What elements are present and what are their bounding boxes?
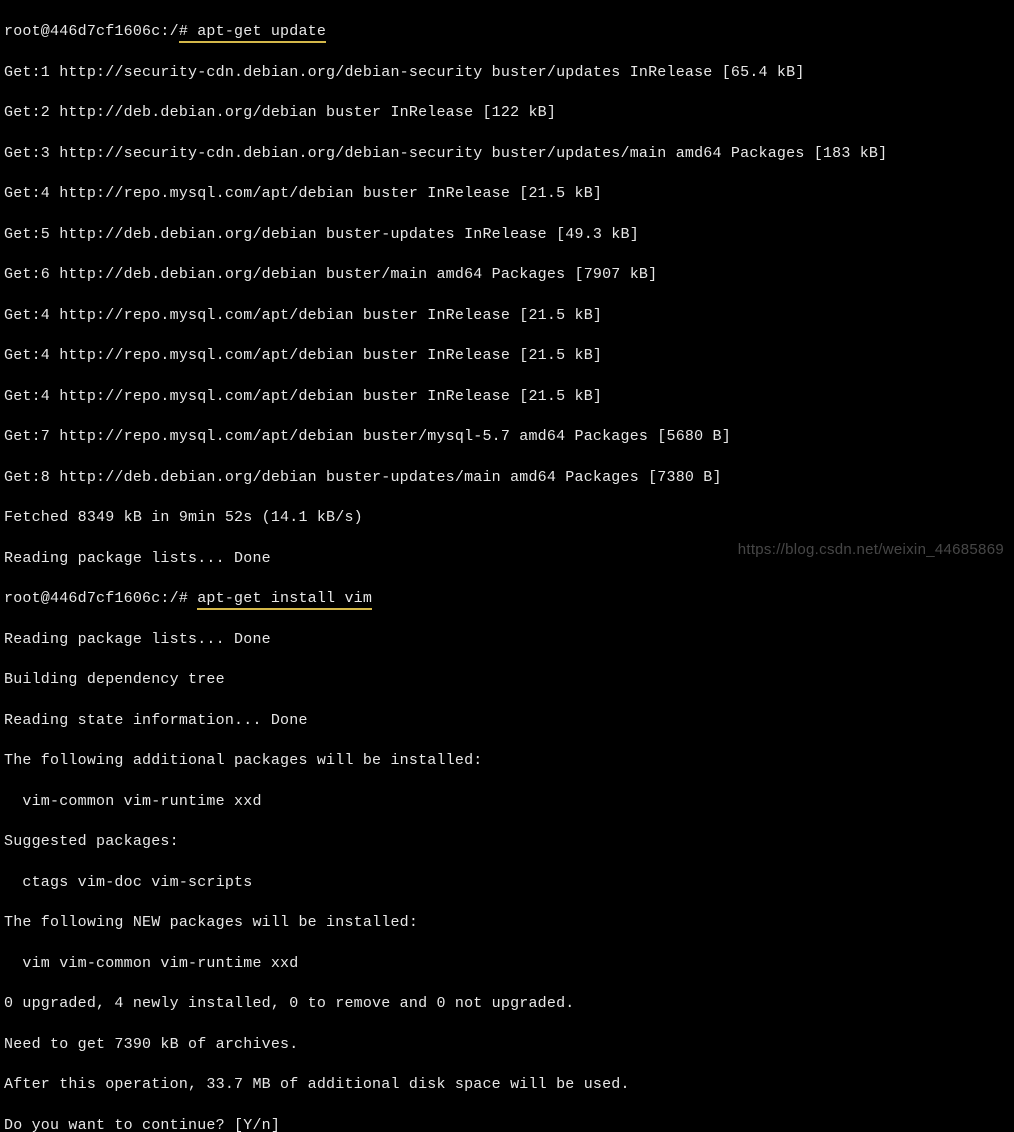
prompt-prefix: root@446d7cf1606c:/ <box>4 23 179 40</box>
watermark-text: https://blog.csdn.net/weixin_44685869 <box>738 540 1004 560</box>
output-line: Do you want to continue? [Y/n] <box>4 1116 1010 1132</box>
output-line: Suggested packages: <box>4 832 1010 852</box>
command-1: # apt-get update <box>179 23 326 43</box>
output-line: vim vim-common vim-runtime xxd <box>4 954 1010 974</box>
output-line: Get:4 http://repo.mysql.com/apt/debian b… <box>4 184 1010 204</box>
output-line: ctags vim-doc vim-scripts <box>4 873 1010 893</box>
output-line: Get:2 http://deb.debian.org/debian buste… <box>4 103 1010 123</box>
output-line: After this operation, 33.7 MB of additio… <box>4 1075 1010 1095</box>
command-2: apt-get install vim <box>197 590 372 610</box>
output-line: Reading state information... Done <box>4 711 1010 731</box>
output-line: 0 upgraded, 4 newly installed, 0 to remo… <box>4 994 1010 1014</box>
output-line: Fetched 8349 kB in 9min 52s (14.1 kB/s) <box>4 508 1010 528</box>
output-line: Get:4 http://repo.mysql.com/apt/debian b… <box>4 306 1010 326</box>
output-line: Get:6 http://deb.debian.org/debian buste… <box>4 265 1010 285</box>
output-line: Need to get 7390 kB of archives. <box>4 1035 1010 1055</box>
output-line: Get:3 http://security-cdn.debian.org/deb… <box>4 144 1010 164</box>
prompt-line-1: root@446d7cf1606c:/# apt-get update <box>4 22 1010 42</box>
output-line: The following additional packages will b… <box>4 751 1010 771</box>
output-line: Get:8 http://deb.debian.org/debian buste… <box>4 468 1010 488</box>
output-line: Get:5 http://deb.debian.org/debian buste… <box>4 225 1010 245</box>
output-line: Reading package lists... Done <box>4 630 1010 650</box>
output-line: Get:1 http://security-cdn.debian.org/deb… <box>4 63 1010 83</box>
output-line: Get:7 http://repo.mysql.com/apt/debian b… <box>4 427 1010 447</box>
prompt-line-2: root@446d7cf1606c:/# apt-get install vim <box>4 589 1010 609</box>
output-line: Building dependency tree <box>4 670 1010 690</box>
terminal-output[interactable]: root@446d7cf1606c:/# apt-get update Get:… <box>0 0 1014 1132</box>
output-line: Get:4 http://repo.mysql.com/apt/debian b… <box>4 387 1010 407</box>
prompt-prefix: root@446d7cf1606c:/# <box>4 590 197 607</box>
output-line: The following NEW packages will be insta… <box>4 913 1010 933</box>
output-line: Get:4 http://repo.mysql.com/apt/debian b… <box>4 346 1010 366</box>
output-line: vim-common vim-runtime xxd <box>4 792 1010 812</box>
